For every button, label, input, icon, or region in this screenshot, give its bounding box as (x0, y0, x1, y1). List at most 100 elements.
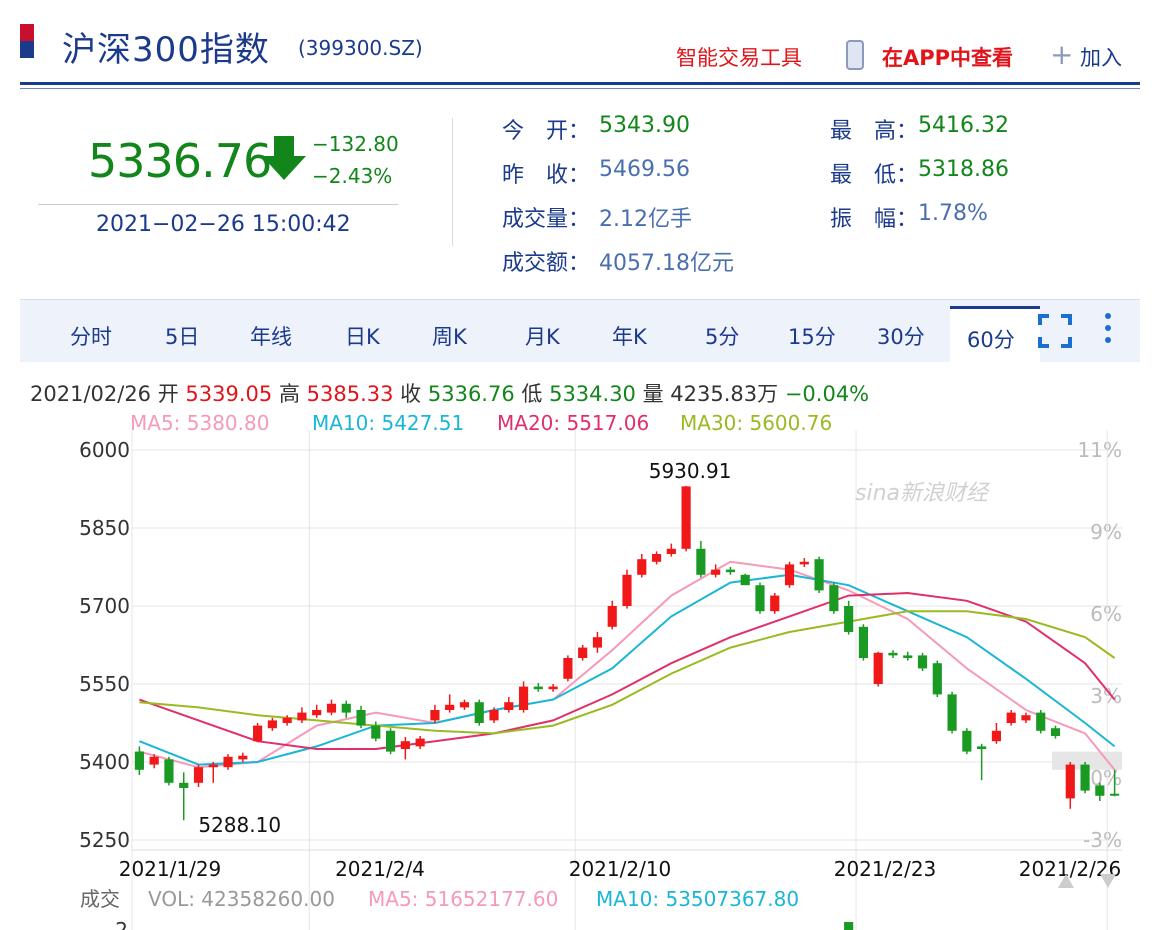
pct-tick-label: 6% (1090, 602, 1122, 626)
tab-year-line[interactable]: 年线 (250, 321, 292, 351)
volume-ma5: MA5: 51652177.60 (368, 887, 558, 911)
candle (666, 548, 676, 554)
candle (637, 559, 647, 575)
candle (326, 703, 337, 713)
down-arrow-icon (262, 136, 306, 180)
candle (844, 606, 854, 632)
ma20-line (139, 591, 1116, 750)
candle (356, 710, 366, 726)
scroll-down-icon (1100, 874, 1116, 888)
pct-tick-label: 9% (1090, 520, 1122, 544)
quote-time: 2021−02−26 15:00:42 (96, 212, 351, 237)
candlestick-chart[interactable]: 60005850570055505400525011%9%6%3%0%-3%si… (0, 430, 1158, 930)
high-label: 最 高： (830, 119, 919, 144)
candle (341, 703, 351, 713)
candle (193, 767, 204, 783)
amplitude-value: 1.78% (918, 201, 988, 226)
plus-icon[interactable]: + (1050, 38, 1073, 71)
bar-vol-label: 量 (642, 382, 664, 406)
candle (312, 710, 322, 716)
tab-15min[interactable]: 15分 (788, 321, 836, 351)
candle (297, 712, 307, 721)
x-tick-label: 2021/2/10 (569, 857, 672, 881)
current-price: 5336.76 (88, 134, 272, 188)
candle (430, 710, 440, 721)
candle (991, 730, 1001, 742)
candle (651, 554, 662, 562)
candle (504, 702, 514, 710)
candle (208, 764, 218, 768)
candle (607, 606, 617, 627)
open-label: 今 开： (502, 119, 591, 144)
prev-close-value: 5469.56 (599, 157, 690, 182)
divider (452, 118, 453, 246)
bar-open: 5339.05 (185, 382, 273, 406)
price-change: −132.80 (312, 132, 399, 156)
candle (533, 686, 543, 690)
y-tick-label: 5400 (79, 750, 130, 774)
min-annotation: 5288.10 (198, 813, 281, 837)
candle (578, 647, 588, 658)
candle (1065, 764, 1075, 799)
candle (784, 564, 795, 586)
header-rule (20, 82, 1140, 85)
smart-trading-tool-link[interactable]: 智能交易工具 (676, 42, 802, 72)
candle (164, 759, 174, 783)
low-value: 5318.86 (918, 157, 1009, 182)
high-value: 5416.32 (918, 113, 1009, 138)
bar-high-label: 高 (278, 382, 300, 406)
candle (814, 559, 824, 591)
pct-tick-label: -3% (1083, 828, 1122, 852)
candle (770, 595, 780, 612)
tab-60min[interactable]: 60分 (967, 324, 1015, 354)
x-tick-label: 2021/2/23 (834, 857, 937, 881)
tab-5day[interactable]: 5日 (165, 321, 199, 351)
more-options-icon[interactable] (1102, 312, 1114, 348)
candle (1036, 712, 1046, 731)
amount-label: 成交额： (502, 251, 591, 276)
volume-label: 成交量： (502, 207, 591, 232)
candle (592, 637, 603, 648)
bar-close: 5336.76 (427, 382, 515, 406)
bar-vol: 4235.83万 (670, 382, 779, 406)
pct-tick-label: 11% (1078, 438, 1122, 462)
bar-high: 5385.33 (306, 382, 394, 406)
tab-monthly-k[interactable]: 月K (525, 321, 560, 351)
candle (829, 585, 839, 612)
amplitude-label: 振 幅： (830, 207, 919, 232)
tab-daily-k[interactable]: 日K (345, 321, 380, 351)
candle (1110, 793, 1120, 796)
ma30-line (139, 610, 1116, 735)
prev-close-label: 昨 收： (502, 163, 591, 188)
add-watchlist-button[interactable]: 加入 (1080, 42, 1122, 72)
candle (253, 725, 263, 742)
tab-30min[interactable]: 30分 (877, 321, 925, 351)
candle (858, 626, 868, 658)
candle (134, 751, 144, 770)
open-value: 5343.90 (599, 113, 690, 138)
amount-value: 4057.18亿元 (599, 251, 734, 276)
phone-icon (846, 40, 864, 70)
max-annotation: 5930.91 (649, 459, 732, 483)
header-rule-thin (20, 88, 1140, 89)
view-in-app-link[interactable]: 在APP中查看 (882, 42, 1013, 72)
candle (888, 652, 898, 656)
volume-value: VOL: 42358260.00 (148, 887, 335, 911)
tab-yearly-k[interactable]: 年K (612, 321, 647, 351)
index-code: (399300.SZ) (298, 36, 423, 60)
volume-value: 2.12亿手 (599, 207, 692, 232)
candle (711, 569, 721, 575)
fullscreen-icon[interactable] (1038, 314, 1072, 348)
candle (873, 652, 883, 684)
candle (489, 710, 499, 721)
candle (725, 569, 736, 573)
candle (386, 730, 396, 752)
candle (917, 655, 928, 669)
candle (563, 658, 573, 679)
candle (267, 720, 277, 729)
tab-intraday[interactable]: 分时 (70, 321, 112, 351)
candle (282, 717, 292, 723)
tab-5min[interactable]: 5分 (705, 321, 739, 351)
candle (445, 704, 455, 710)
tab-weekly-k[interactable]: 周K (432, 321, 467, 351)
